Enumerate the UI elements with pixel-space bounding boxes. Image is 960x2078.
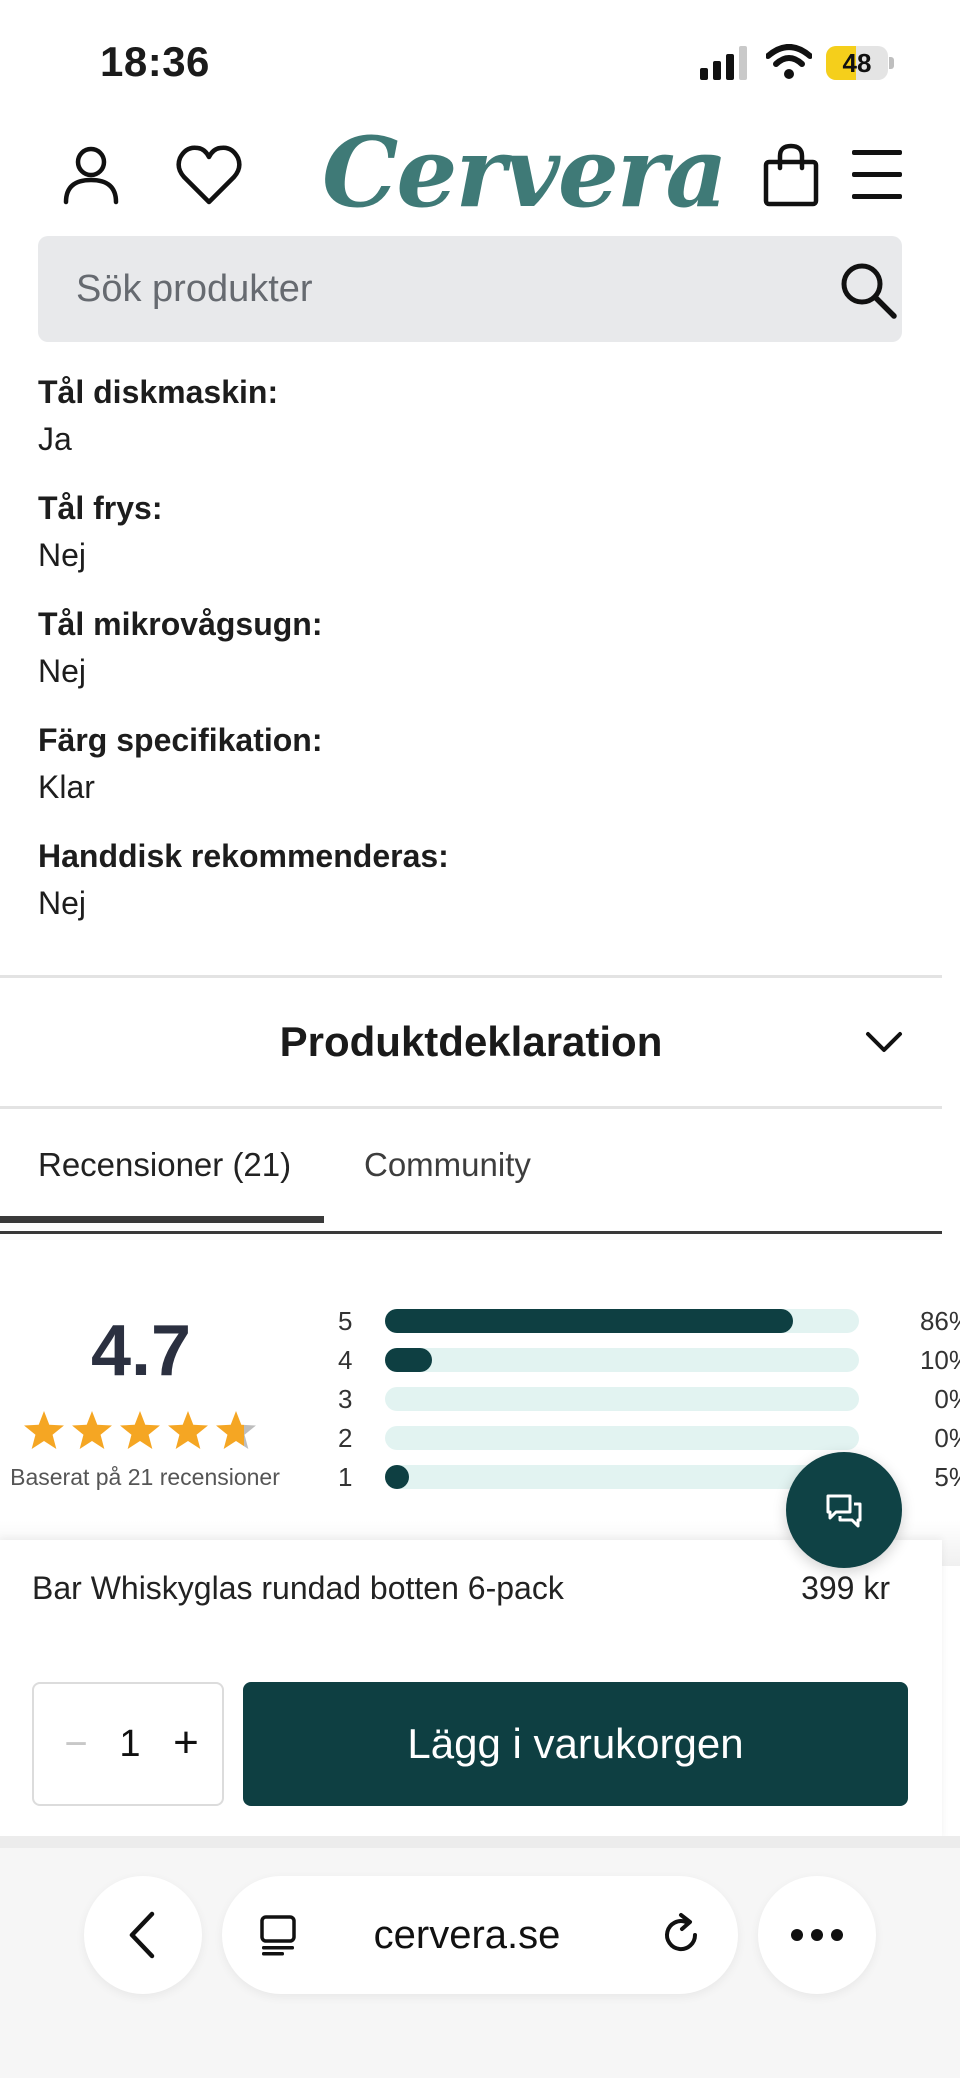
accordion-title: Produktdeklaration (279, 1018, 663, 1065)
tabs-divider (0, 1231, 942, 1234)
rating-bar-track (385, 1426, 859, 1450)
spec-item: Tål frys: Nej (38, 486, 898, 602)
chat-icon (826, 1494, 862, 1528)
star-icon (216, 1411, 256, 1449)
star-icon (120, 1411, 160, 1449)
browser-more-button[interactable] (758, 1876, 876, 1994)
spec-value: Nej (38, 653, 87, 689)
product-price: 399 kr (801, 1570, 890, 1606)
battery-level-text: 48 (842, 48, 872, 78)
quantity-stepper: − 1 + (32, 1682, 224, 1806)
rating-bar-percent: 0% (934, 1423, 960, 1453)
chevron-down-icon (866, 1032, 902, 1052)
browser-url[interactable]: cervera.se (342, 1876, 592, 1994)
spec-item: Tål diskmaskin: Ja (38, 370, 898, 486)
increase-quantity-button[interactable]: + (164, 1684, 208, 1804)
tab-reviews[interactable]: Recensioner (21) (38, 1108, 291, 1222)
quantity-value[interactable]: 1 (102, 1684, 158, 1804)
spec-value: Nej (38, 885, 87, 921)
star-icon (168, 1411, 208, 1449)
add-to-cart-button[interactable]: Lägg i varukorgen (243, 1682, 908, 1806)
tab-community[interactable]: Community (364, 1108, 531, 1222)
chat-button[interactable] (786, 1452, 902, 1568)
rating-bar-percent: 10% (919, 1345, 960, 1375)
rating-bar-fill (385, 1348, 433, 1372)
spec-label: Färg specifikation: (38, 722, 323, 758)
rating-bar-stars: 4 (338, 1345, 353, 1375)
rating-stars (24, 1411, 256, 1449)
browser-toolbar-edge (0, 1836, 960, 1848)
cellular-signal-icon (700, 46, 747, 80)
rating-bar-stars: 1 (338, 1462, 353, 1492)
product-specs: Tål diskmaskin: Ja Tål frys: Nej Tål mik… (38, 370, 898, 950)
rating-bar-fill (385, 1309, 793, 1333)
status-time: 18:36 (100, 38, 210, 85)
spec-item: Tål mikrovågsugn: Nej (38, 602, 898, 718)
rating-bar-row: 2 0% (330, 1419, 960, 1458)
browser-address-bar[interactable]: cervera.se (222, 1876, 738, 1994)
battery-tip (889, 57, 894, 69)
wishlist-heart-icon[interactable] (174, 140, 244, 210)
product-declaration-accordion[interactable]: Produktdeklaration (0, 978, 942, 1106)
star-icon (24, 1411, 64, 1449)
rating-bar-stars: 5 (338, 1306, 353, 1336)
product-name: Bar Whiskyglas rundad botten 6-pack (32, 1570, 564, 1606)
active-tab-indicator (0, 1216, 324, 1223)
rating-bar-stars: 3 (338, 1384, 353, 1414)
rating-bar-percent: 0% (934, 1384, 960, 1414)
spec-value: Klar (38, 769, 95, 805)
spec-label: Tål mikrovågsugn: (38, 606, 323, 642)
spec-label: Handdisk rekommenderas: (38, 838, 449, 874)
battery-body: 48 (826, 46, 888, 80)
wifi-icon (766, 44, 812, 79)
spec-item: Färg specifikation: Klar (38, 718, 898, 834)
search-bar (38, 236, 902, 342)
reload-icon[interactable] (658, 1912, 704, 1958)
search-input[interactable] (76, 236, 796, 342)
rating-bar-stars: 2 (338, 1423, 353, 1453)
rating-bar-track (385, 1348, 859, 1372)
decrease-quantity-button[interactable]: − (56, 1684, 96, 1804)
shopping-bag-icon[interactable] (756, 140, 826, 210)
site-logo[interactable]: Cervera (322, 118, 728, 228)
reader-mode-icon[interactable] (258, 1914, 298, 1956)
rating-bar-percent: 5% (934, 1462, 960, 1492)
rating-bar-row: 5 86% (330, 1302, 960, 1341)
battery-indicator: 48 (826, 46, 894, 80)
rating-bar-percent: 86% (919, 1306, 960, 1336)
rating-bar-track (385, 1465, 859, 1489)
browser-back-button[interactable] (84, 1876, 202, 1994)
search-icon[interactable] (836, 258, 900, 322)
rating-bar-row: 3 0% (330, 1380, 960, 1419)
rating-bar-track (385, 1387, 859, 1411)
reviews-tabs: Recensioner (21) Community (0, 1108, 942, 1234)
star-icon (72, 1411, 112, 1449)
spec-label: Tål frys: (38, 490, 163, 526)
sticky-add-to-cart-bar: Bar Whiskyglas rundad botten 6-pack 399 … (0, 1540, 942, 1840)
rating-bar-row: 4 10% (330, 1341, 960, 1380)
status-bar: 18:36 48 (0, 0, 960, 120)
spec-value: Nej (38, 537, 87, 573)
rating-bar-fill (385, 1465, 409, 1489)
spec-value: Ja (38, 421, 72, 457)
spec-item: Handdisk rekommenderas: Nej (38, 834, 898, 950)
spec-label: Tål diskmaskin: (38, 374, 279, 410)
average-rating: 4.7 (90, 1311, 192, 1391)
menu-icon[interactable] (842, 140, 912, 210)
more-dots-icon (791, 1929, 843, 1941)
rating-basis: Baserat på 21 recensioner (10, 1464, 280, 1490)
chevron-left-icon (129, 1911, 155, 1959)
account-icon[interactable] (56, 140, 126, 210)
rating-bar-track (385, 1309, 859, 1333)
